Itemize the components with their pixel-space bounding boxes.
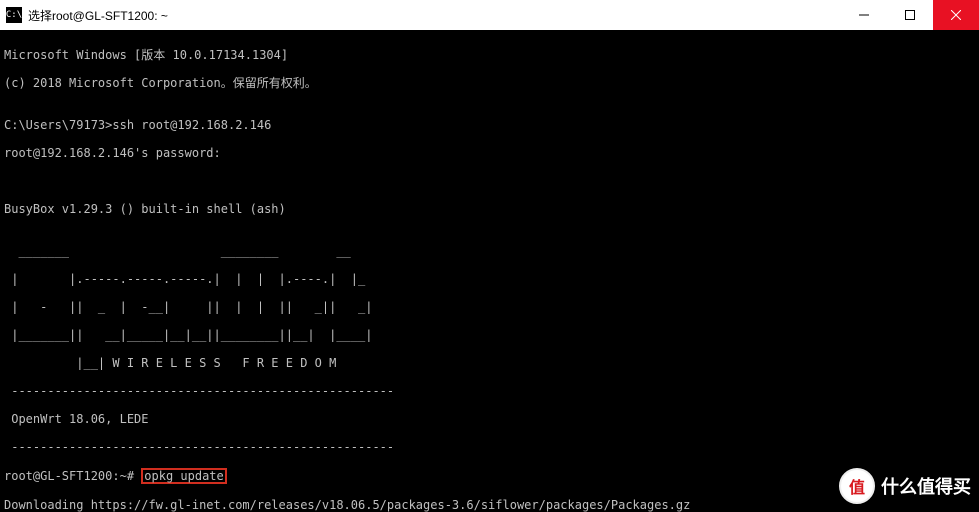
close-button[interactable] [933,0,979,30]
watermark-text: 什么值得买 [881,473,971,499]
output-line: (c) 2018 Microsoft Corporation。保留所有权利。 [4,76,975,90]
cmd-icon: C:\ [6,7,22,23]
output-line: Microsoft Windows [版本 10.0.17134.1304] [4,48,975,62]
prompt: root@GL-SFT1200:~# [4,469,141,483]
terminal-window: C:\ 选择root@GL-SFT1200: ~ Microsoft Windo… [0,0,979,512]
ascii-art: | |.-----.-----.-----.| | | |.----.| |_ [4,272,975,286]
minimize-icon [859,10,869,20]
watermark: 值 什么值得买 [839,468,971,504]
minimize-button[interactable] [841,0,887,30]
close-icon [951,10,961,20]
highlighted-command: opkg update [141,468,226,484]
ascii-art: _______ ________ __ [4,244,975,258]
maximize-icon [905,10,915,20]
ascii-art: |__| W I R E L E S S F R E E D O M [4,356,975,370]
ascii-art: ----------------------------------------… [4,384,975,398]
output-line: BusyBox v1.29.3 () built-in shell (ash) [4,202,975,216]
prompt-line: root@GL-SFT1200:~# opkg update [4,468,975,484]
maximize-button[interactable] [887,0,933,30]
output-line: C:\Users\79173>ssh root@192.168.2.146 [4,118,975,132]
titlebar[interactable]: C:\ 选择root@GL-SFT1200: ~ [0,0,979,30]
ascii-art: |_______|| __|_____|__|__||________||__|… [4,328,975,342]
ascii-art: | - || _ | -__| || | | || _|| _| [4,300,975,314]
output-line: root@192.168.2.146's password: [4,146,975,160]
terminal-output[interactable]: Microsoft Windows [版本 10.0.17134.1304] (… [0,30,979,512]
window-title: 选择root@GL-SFT1200: ~ [28,7,168,24]
ascii-art: ----------------------------------------… [4,440,975,454]
ascii-art: OpenWrt 18.06, LEDE [4,412,975,426]
output-line: Downloading https://fw.gl-inet.com/relea… [4,498,975,512]
watermark-badge-icon: 值 [839,468,875,504]
